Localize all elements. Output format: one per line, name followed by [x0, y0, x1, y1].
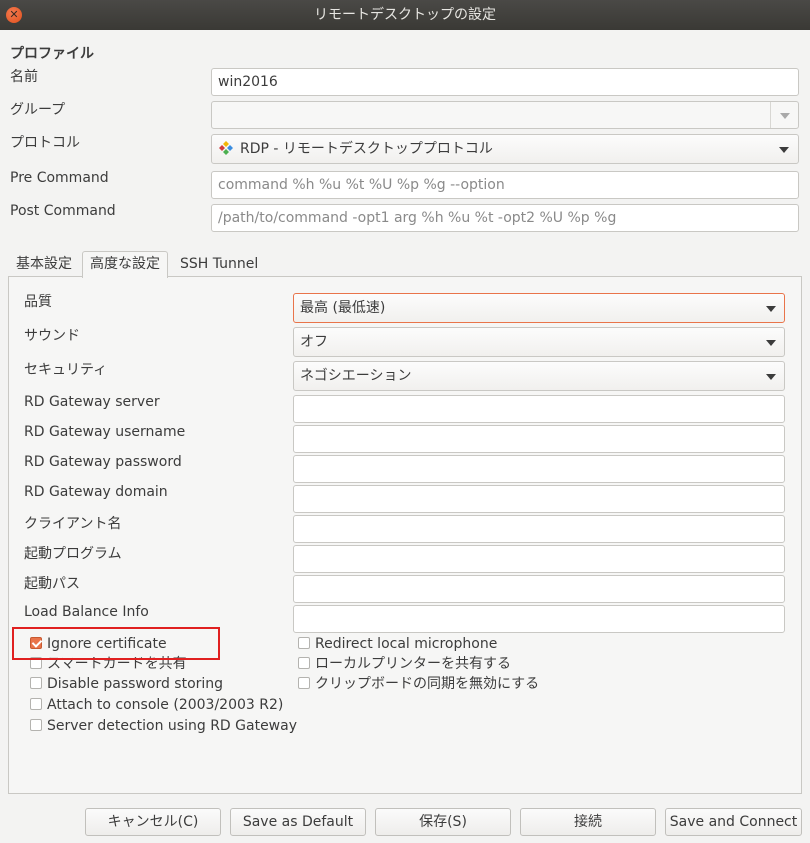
post-command-label: Post Command — [10, 203, 116, 219]
tab-ssh-tunnel[interactable]: SSH Tunnel — [172, 251, 266, 277]
startup-program-field[interactable] — [293, 545, 785, 573]
save-as-default-button[interactable]: Save as Default — [230, 808, 366, 836]
quality-value: 最高 (最低速) — [300, 300, 386, 316]
quality-combo[interactable]: 最高 (最低速) — [293, 293, 785, 323]
post-command-field[interactable]: /path/to/command -opt1 arg %h %u %t -opt… — [211, 204, 799, 232]
gw-username-field[interactable] — [293, 425, 785, 453]
security-label: セキュリティ — [24, 362, 108, 378]
gw-domain-label: RD Gateway domain — [24, 484, 168, 500]
startup-path-field[interactable] — [293, 575, 785, 603]
tab-advanced[interactable]: 高度な設定 — [82, 251, 168, 278]
load-balance-label: Load Balance Info — [24, 604, 149, 620]
protocol-combo[interactable]: RDP - リモートデスクトッププロトコル — [211, 134, 799, 164]
gw-domain-field[interactable] — [293, 485, 785, 513]
chevron-down-icon — [766, 374, 776, 380]
chevron-down-icon — [766, 306, 776, 312]
attach-console-label: Attach to console (2003/2003 R2) — [47, 697, 284, 713]
client-name-field[interactable] — [293, 515, 785, 543]
chevron-down-icon — [766, 340, 776, 346]
security-combo[interactable]: ネゴシエーション — [293, 361, 785, 391]
server-detection-checkbox[interactable]: Server detection using RD Gateway — [30, 717, 297, 735]
connect-button[interactable]: 接続 — [520, 808, 656, 836]
group-dropdown-button[interactable] — [770, 102, 798, 128]
checkbox-unchecked-icon — [298, 677, 310, 689]
startup-program-label: 起動プログラム — [24, 546, 122, 562]
save-and-connect-button[interactable]: Save and Connect — [665, 808, 802, 836]
startup-path-label: 起動パス — [24, 576, 80, 592]
profile-section-label: プロファイル — [10, 46, 94, 62]
quality-label: 品質 — [24, 294, 52, 310]
protocol-value: RDP - リモートデスクトッププロトコル — [240, 141, 493, 157]
gw-password-label: RD Gateway password — [24, 454, 182, 470]
disable-clipboard-sync-label: クリップボードの同期を無効にする — [315, 676, 540, 692]
sound-combo[interactable]: オフ — [293, 327, 785, 357]
tab-basic[interactable]: 基本設定 — [8, 251, 80, 277]
checkbox-unchecked-icon — [30, 698, 42, 710]
save-button[interactable]: 保存(S) — [375, 808, 511, 836]
name-field[interactable]: win2016 — [211, 68, 799, 96]
close-icon[interactable]: ✕ — [6, 7, 22, 23]
server-detection-label: Server detection using RD Gateway — [47, 718, 297, 734]
checkbox-unchecked-icon — [30, 677, 42, 689]
name-label: 名前 — [10, 69, 38, 85]
attach-console-checkbox[interactable]: Attach to console (2003/2003 R2) — [30, 696, 283, 714]
title-bar: ✕ リモートデスクトップの設定 — [0, 0, 810, 30]
chevron-down-icon — [780, 113, 790, 119]
gw-server-field[interactable] — [293, 395, 785, 423]
pre-command-label: Pre Command — [10, 170, 109, 186]
disable-clipboard-sync-checkbox[interactable]: クリップボードの同期を無効にする — [298, 675, 539, 693]
checkbox-unchecked-icon — [298, 657, 310, 669]
protocol-label: プロトコル — [10, 135, 80, 151]
checkbox-unchecked-icon — [298, 637, 310, 649]
load-balance-field[interactable] — [293, 605, 785, 633]
disable-password-storing-label: Disable password storing — [47, 676, 224, 692]
gw-password-field[interactable] — [293, 455, 785, 483]
gw-username-label: RD Gateway username — [24, 424, 186, 440]
window-title: リモートデスクトップの設定 — [314, 7, 496, 23]
gw-server-label: RD Gateway server — [24, 394, 160, 410]
client-name-label: クライアント名 — [24, 516, 122, 532]
redirect-microphone-checkbox[interactable]: Redirect local microphone — [298, 635, 497, 653]
sound-label: サウンド — [24, 328, 80, 344]
checkbox-unchecked-icon — [30, 719, 42, 731]
share-printer-label: ローカルプリンターを共有する — [315, 656, 511, 672]
cancel-button[interactable]: キャンセル(C) — [85, 808, 221, 836]
highlight-box — [12, 627, 220, 660]
redirect-microphone-label: Redirect local microphone — [315, 636, 498, 652]
disable-password-storing-checkbox[interactable]: Disable password storing — [30, 675, 223, 693]
chevron-down-icon — [779, 147, 789, 153]
security-value: ネゴシエーション — [300, 368, 412, 384]
pre-command-field[interactable]: command %h %u %t %U %p %g --option — [211, 171, 799, 199]
sound-value: オフ — [300, 334, 328, 350]
rdp-plugin-icon — [219, 141, 233, 155]
group-label: グループ — [10, 102, 66, 118]
share-printer-checkbox[interactable]: ローカルプリンターを共有する — [298, 655, 511, 673]
group-combo[interactable] — [211, 101, 799, 129]
